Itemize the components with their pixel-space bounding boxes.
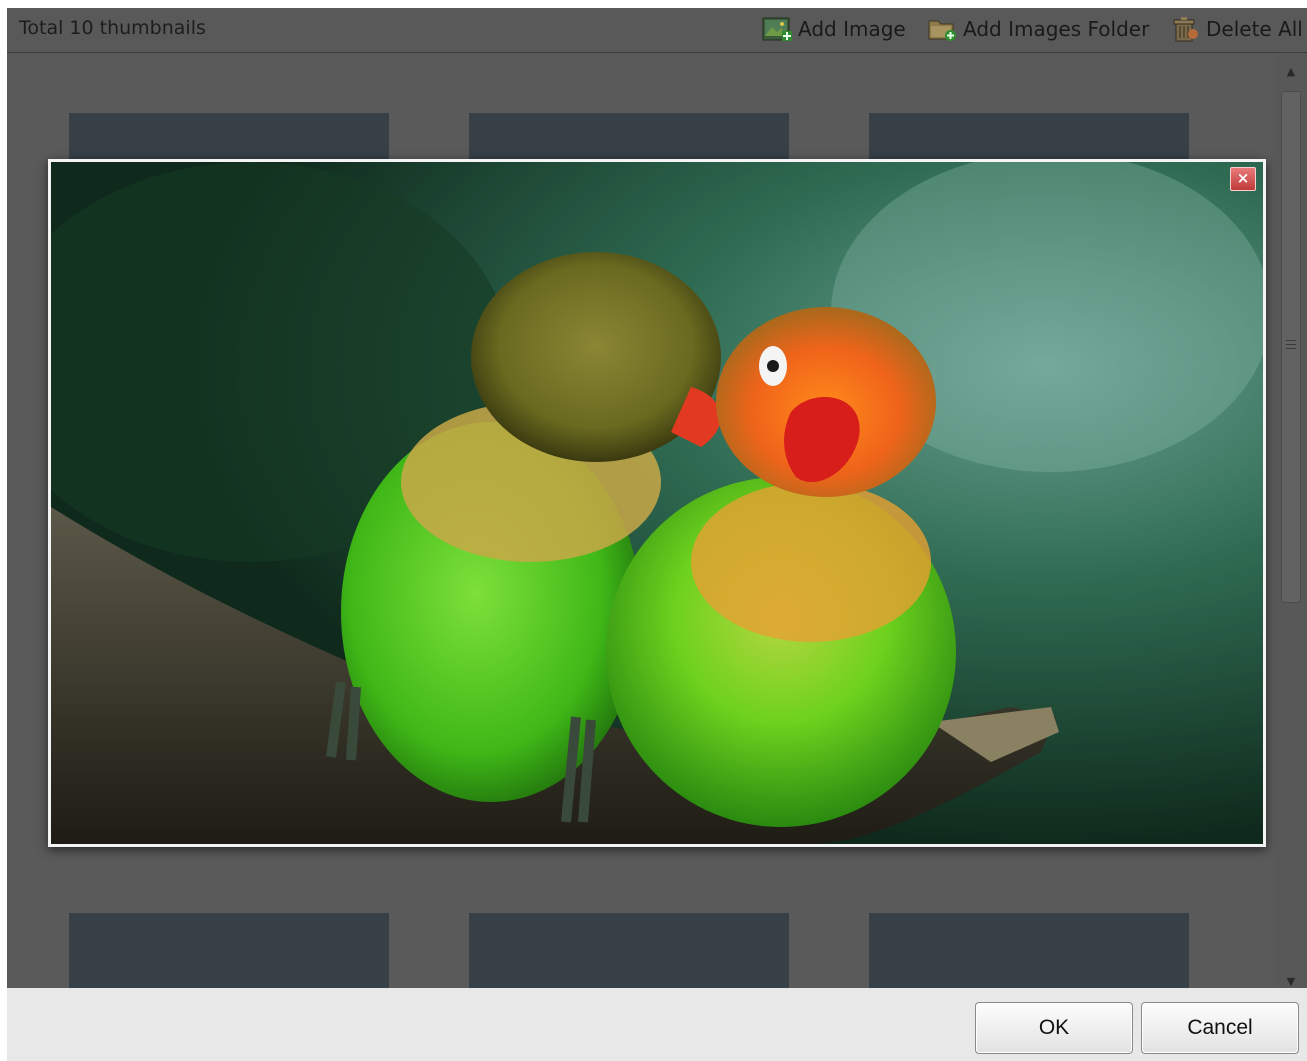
scroll-up-icon[interactable]: ▲ [1283, 65, 1299, 79]
scroll-down-icon[interactable]: ▼ [1283, 975, 1299, 989]
thumbnail-4[interactable] [69, 913, 389, 988]
scroll-grip [1286, 340, 1296, 341]
thumbnail-5[interactable] [469, 913, 789, 988]
add-image-button[interactable]: Add Image [762, 14, 906, 44]
add-images-folder-button[interactable]: Add Images Folder [927, 14, 1149, 44]
thumbnail-count: Total 10 thumbnails [19, 17, 206, 39]
scroll-grip [1286, 344, 1296, 345]
folder-add-icon [927, 15, 957, 43]
image-preview-lightbox: × [48, 159, 1266, 847]
add-image-label: Add Image [798, 17, 906, 41]
vertical-scrollbar[interactable]: ▲ ▼ [1275, 53, 1307, 988]
delete-all-label: Delete All [1206, 17, 1303, 41]
scroll-grip [1286, 348, 1296, 349]
ok-button[interactable]: OK [975, 1002, 1133, 1054]
close-preview-button[interactable]: × [1230, 167, 1256, 191]
thumbnail-manager-window: Total 10 thumbnails Add Image Add Images… [7, 8, 1307, 1061]
dialog-button-bar: OK Cancel [7, 988, 1307, 1061]
scrollbar-thumb[interactable] [1281, 91, 1301, 603]
toolbar: Total 10 thumbnails Add Image Add Images… [7, 8, 1307, 53]
cancel-button[interactable]: Cancel [1141, 1002, 1299, 1054]
delete-all-button[interactable]: Delete All [1172, 14, 1303, 44]
thumbnail-6[interactable] [869, 913, 1189, 988]
preview-image [51, 162, 1263, 844]
image-add-icon [762, 15, 792, 43]
add-images-folder-label: Add Images Folder [963, 17, 1150, 41]
delete-all-icon [1172, 15, 1200, 43]
